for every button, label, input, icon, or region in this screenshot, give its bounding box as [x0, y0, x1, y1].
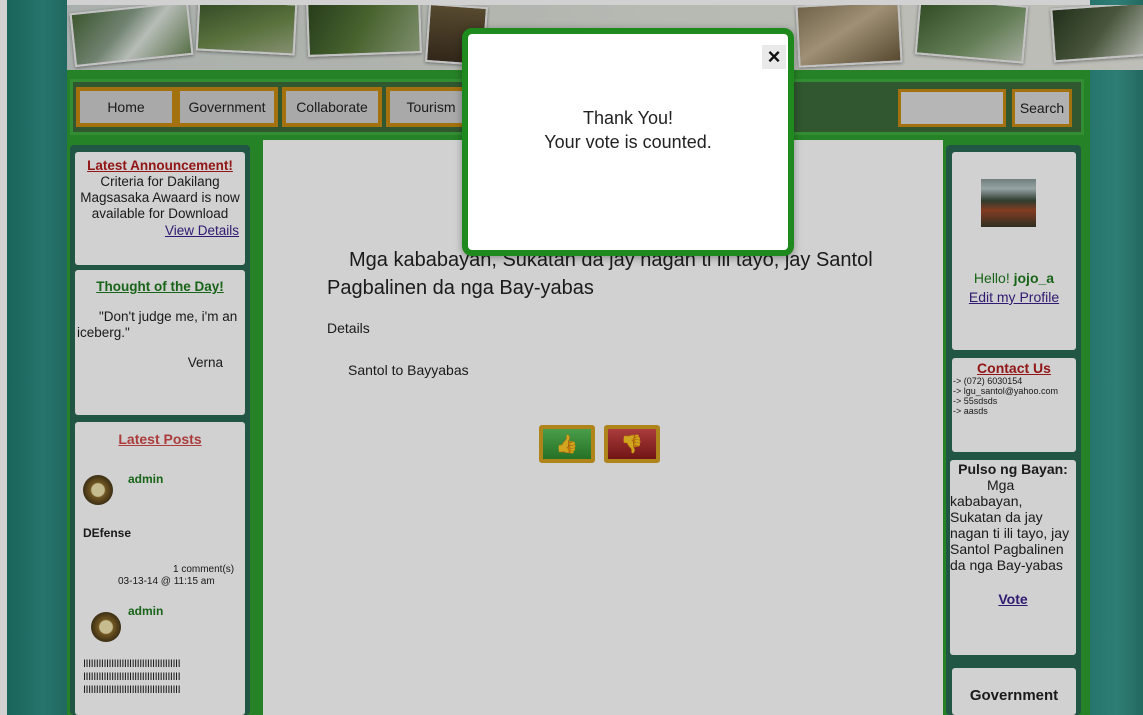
post-date: 03-13-14 @ 11:15 am	[118, 576, 215, 587]
latest-posts-panel: Latest Posts admin DEfense 1 comment(s) …	[75, 422, 245, 715]
profile-image[interactable]	[981, 179, 1036, 227]
thought-title[interactable]: Thought of the Day!	[96, 279, 223, 294]
contact-line: -> (072) 6030154	[953, 376, 1023, 386]
government-title: Government	[969, 687, 1059, 704]
contact-title[interactable]: Contact Us	[977, 360, 1051, 376]
modal-line1: Thank You!	[582, 108, 674, 128]
vote-link[interactable]: Vote	[998, 591, 1027, 607]
banner-photo	[914, 5, 1029, 64]
profile-panel: Hello! jojo_a Edit my Profile	[952, 152, 1076, 350]
modal-message: Thank You! Your vote is counted.	[468, 106, 788, 154]
search-input[interactable]	[898, 89, 1006, 127]
announcement-title[interactable]: Latest Announcement!	[87, 158, 233, 173]
nav-collaborate[interactable]: Collaborate	[282, 87, 382, 127]
view-details-link[interactable]: View Details	[165, 223, 239, 238]
thought-author: Verna	[187, 355, 223, 370]
username[interactable]: jojo_a	[1014, 270, 1054, 286]
left-background	[7, 0, 67, 715]
nav-government[interactable]: Government	[176, 87, 278, 127]
government-panel: Government	[952, 668, 1076, 715]
latest-posts-title[interactable]: Latest Posts	[118, 431, 201, 447]
contact-panel: Contact Us -> (072) 6030154 -> lgu_santo…	[952, 358, 1076, 452]
post-title[interactable]: IIIIIIIIIIIIIIIIIIIIIIIIIIIIIIIIIIIIII I…	[83, 658, 241, 697]
thumb-down-icon: 👎	[620, 433, 644, 454]
greeting: Hello!	[973, 270, 1014, 286]
details-text: Santol to Bayyabas	[348, 362, 469, 378]
pulso-title: Pulso ng Bayan:	[958, 461, 1068, 477]
post-comments[interactable]: 1 comment(s)	[173, 564, 234, 575]
edit-profile-link[interactable]: Edit my Profile	[969, 289, 1059, 305]
announcement-panel: Latest Announcement! Criteria for Dakila…	[75, 152, 245, 265]
banner-photo	[1050, 5, 1143, 63]
contact-line: -> aasds	[953, 406, 988, 416]
right-background	[1090, 0, 1143, 715]
thought-quote: "Don't judge me, i'm an iceberg."	[77, 309, 238, 340]
thumb-up-icon: 👍	[555, 433, 579, 454]
announcement-body: Criteria for Dakilang Magsasaka Awaard i…	[80, 174, 240, 221]
vote-down-button[interactable]: 👎	[604, 425, 660, 463]
contact-line: -> 55sdsds	[953, 396, 998, 406]
banner-photo	[69, 5, 194, 68]
thought-panel: Thought of the Day! "Don't judge me, i'm…	[75, 270, 245, 415]
banner-photo	[195, 5, 298, 56]
banner-photo	[306, 5, 422, 57]
vote-up-button[interactable]: 👍	[539, 425, 595, 463]
avatar	[83, 475, 113, 505]
nav-home[interactable]: Home	[76, 87, 176, 127]
page: Home Government Collaborate Tourism Sear…	[0, 0, 1143, 715]
post-user[interactable]: admin	[128, 604, 163, 618]
vote-confirmation-modal: × Thank You! Your vote is counted.	[462, 28, 794, 256]
post-user[interactable]: admin	[128, 472, 163, 486]
post-title[interactable]: DEfense	[83, 526, 131, 540]
banner-photo	[795, 5, 903, 68]
details-label: Details	[327, 320, 370, 336]
contact-line: -> lgu_santol@yahoo.com	[953, 386, 1058, 396]
pulso-panel: Pulso ng Bayan: Mga kababayan, Sukatan d…	[950, 460, 1076, 655]
search-button[interactable]: Search	[1012, 89, 1072, 127]
avatar	[91, 612, 121, 642]
modal-line2: Your vote is counted.	[544, 132, 712, 152]
close-icon[interactable]: ×	[762, 44, 786, 69]
pulso-text: Mga kababayan, Sukatan da jay nagan ti i…	[950, 477, 1070, 573]
